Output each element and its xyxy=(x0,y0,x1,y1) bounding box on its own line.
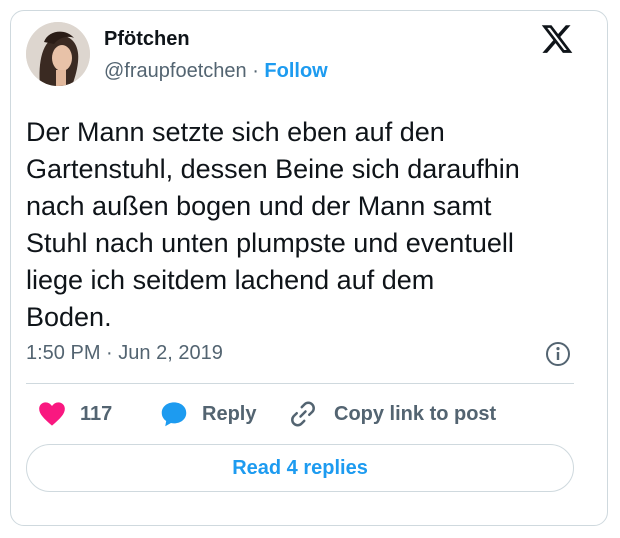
tweet-text-line: Stuhl nach unten plumpste und eventuell xyxy=(26,228,514,258)
date-separator: · xyxy=(106,342,113,364)
link-icon xyxy=(291,401,315,427)
tweet-date: Jun 2, 2019 xyxy=(118,342,223,364)
tweet-text: Der Mann setzte sich eben auf den Garten… xyxy=(26,114,586,336)
timestamp[interactable]: 1:50 PM · Jun 2, 2019 xyxy=(26,342,223,365)
tweet-text-line: nach außen bogen und der Mann samt xyxy=(26,191,492,221)
info-icon[interactable] xyxy=(544,340,572,368)
reply-label: Reply xyxy=(202,402,257,425)
reply-bubble-icon xyxy=(161,402,187,427)
tweet-text-line: Der Mann setzte sich eben auf den xyxy=(26,117,445,147)
handle-separator: · xyxy=(252,60,259,82)
author-handle-row: @fraupfoetchen · Follow xyxy=(104,60,328,83)
tweet-text-line: Gartenstuhl, dessen Beine sich daraufhin xyxy=(26,154,520,184)
divider xyxy=(26,383,574,384)
author-handle[interactable]: @fraupfoetchen xyxy=(104,60,247,82)
tweet-text-line: Boden. xyxy=(26,302,112,332)
x-logo-icon[interactable] xyxy=(540,22,574,56)
heart-icon xyxy=(39,402,65,426)
like-button[interactable]: 117 xyxy=(38,398,112,430)
reply-button[interactable]: Reply xyxy=(160,398,256,430)
tweet-time: 1:50 PM xyxy=(26,342,101,364)
avatar[interactable] xyxy=(26,22,90,86)
follow-button[interactable]: Follow xyxy=(264,60,327,82)
like-count: 117 xyxy=(80,402,113,425)
read-replies-button[interactable]: Read 4 replies xyxy=(26,444,574,492)
copy-link-label: Copy link to post xyxy=(334,402,497,425)
copy-link-button[interactable]: Copy link to post xyxy=(288,398,496,430)
tweet-text-line: liege ich seitdem lachend auf dem xyxy=(26,265,435,295)
author-name[interactable]: Pfötchen xyxy=(104,28,190,51)
